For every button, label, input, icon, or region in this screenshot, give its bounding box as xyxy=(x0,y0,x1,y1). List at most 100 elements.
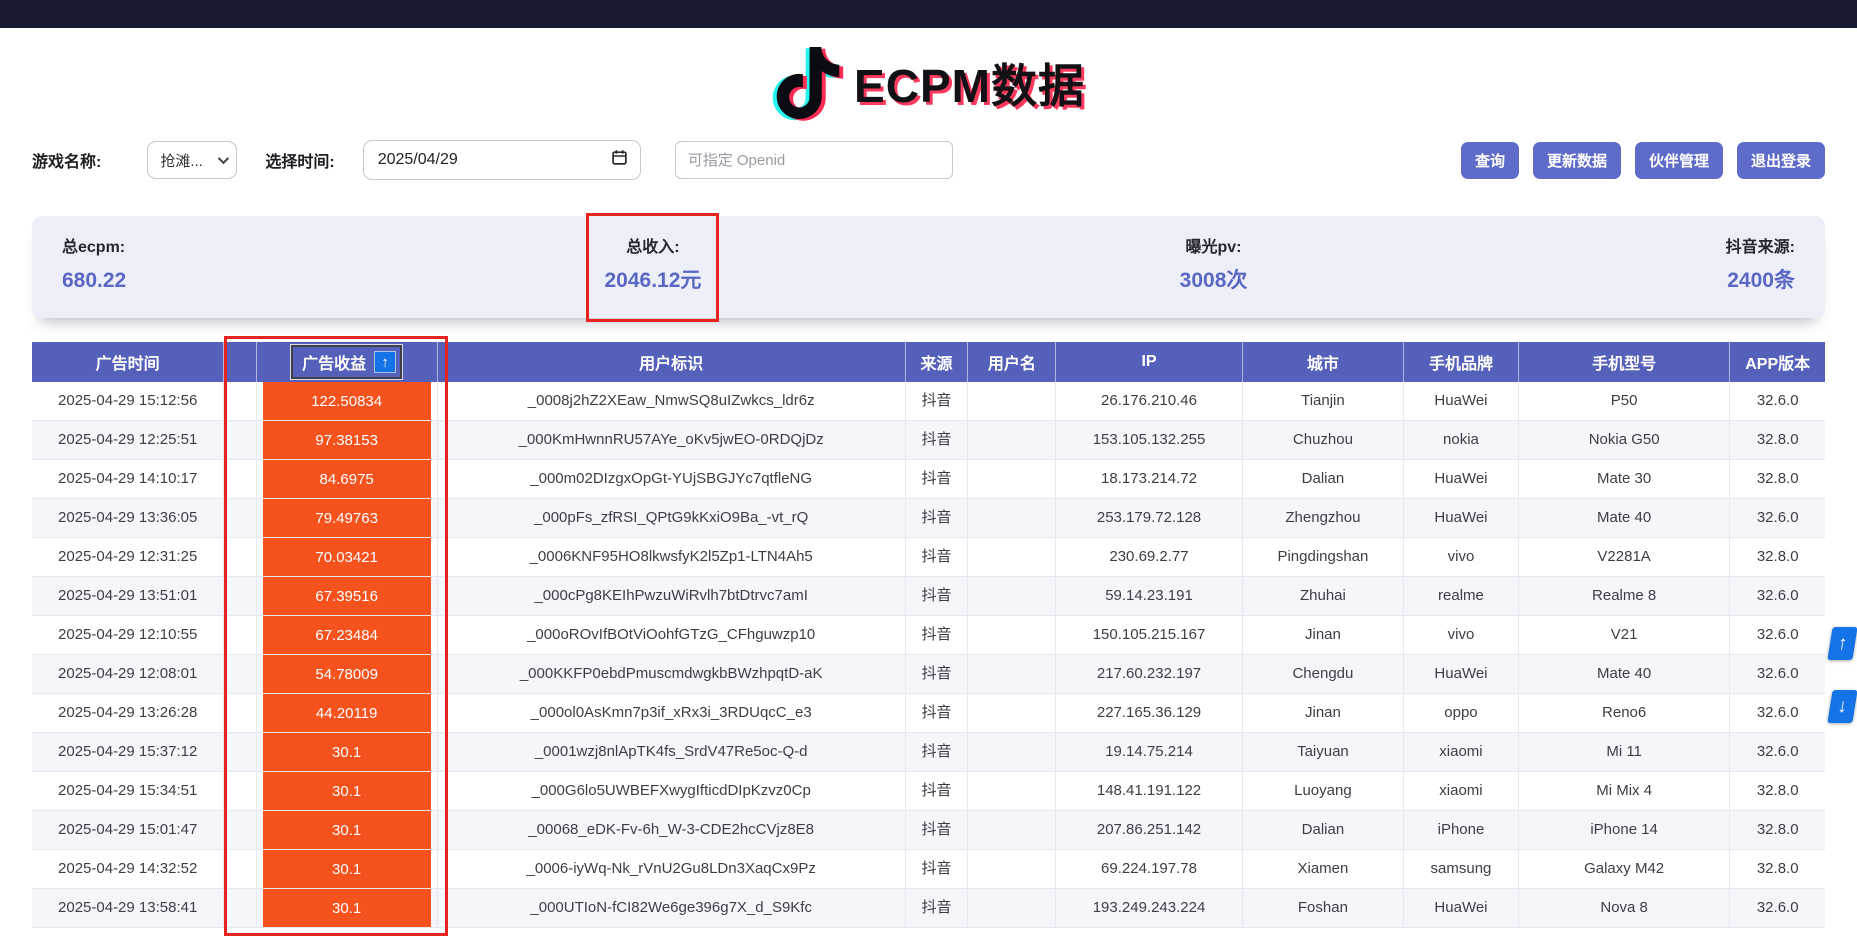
cell-spacer xyxy=(224,811,256,850)
cell-city: Jinan xyxy=(1242,694,1403,733)
refresh-data-button[interactable]: 更新数据 xyxy=(1533,142,1621,179)
cell-phone-brand: iPhone xyxy=(1404,811,1519,850)
cell-spacer xyxy=(224,499,256,538)
cell-city: Pingdingshan xyxy=(1242,538,1403,577)
partner-manage-button[interactable]: 伙伴管理 xyxy=(1635,142,1723,179)
cell-ad-time: 2025-04-29 13:36:05 xyxy=(32,499,224,538)
cell-ad-time: 2025-04-29 13:58:41 xyxy=(32,889,224,928)
cell-ad-revenue: 79.49763 xyxy=(256,499,437,538)
cell-app-version: 32.8.0 xyxy=(1730,772,1825,811)
cell-app-version: 32.8.0 xyxy=(1730,850,1825,889)
header-ad-revenue: 广告收益 ↑ xyxy=(256,342,437,382)
scroll-bottom-button[interactable]: ↓ xyxy=(1827,690,1857,723)
cell-phone-model: Nova 8 xyxy=(1518,889,1730,928)
cell-ip: 217.60.232.197 xyxy=(1056,655,1242,694)
table-header: 广告时间 广告收益 ↑ 用户标识 来源 用户名 IP 城市 手机品牌 手机型号 … xyxy=(32,342,1825,382)
query-button[interactable]: 查询 xyxy=(1461,142,1519,179)
cell-ip: 19.14.75.214 xyxy=(1056,733,1242,772)
cell-ad-revenue: 30.1 xyxy=(256,772,437,811)
cell-app-version: 32.6.0 xyxy=(1730,499,1825,538)
cell-username xyxy=(968,889,1056,928)
cell-ad-revenue: 67.23484 xyxy=(256,616,437,655)
cell-phone-brand: HuaWei xyxy=(1404,889,1519,928)
logout-button[interactable]: 退出登录 xyxy=(1737,142,1825,179)
cell-phone-model: Mate 40 xyxy=(1518,655,1730,694)
stat-total-ecpm: 总ecpm: 680.22 xyxy=(62,238,126,294)
game-name-label: 游戏名称: xyxy=(32,148,101,172)
cell-ip: 148.41.191.122 xyxy=(1056,772,1242,811)
cell-source: 抖音 xyxy=(905,772,968,811)
cell-phone-model: Mate 30 xyxy=(1518,460,1730,499)
date-value: 2025/04/29 xyxy=(378,151,458,169)
date-input[interactable]: 2025/04/29 xyxy=(363,140,641,180)
cell-ad-revenue: 70.03421 xyxy=(256,538,437,577)
cell-phone-brand: vivo xyxy=(1404,538,1519,577)
table-row: 2025-04-29 12:10:5567.23484_000oROvIfBOt… xyxy=(32,616,1825,655)
cell-ad-revenue: 44.20119 xyxy=(256,694,437,733)
cell-source: 抖音 xyxy=(905,382,968,421)
cell-ad-revenue: 54.78009 xyxy=(256,655,437,694)
sort-ascending-icon[interactable]: ↑ xyxy=(374,351,396,373)
header-phone-model: 手机型号 xyxy=(1518,342,1730,382)
cell-phone-brand: xiaomi xyxy=(1404,733,1519,772)
cell-app-version: 32.8.0 xyxy=(1730,421,1825,460)
cell-phone-model: iPhone 14 xyxy=(1518,811,1730,850)
cell-city: Zhengzhou xyxy=(1242,499,1403,538)
ecpm-data-table: 广告时间 广告收益 ↑ 用户标识 来源 用户名 IP 城市 手机品牌 手机型号 … xyxy=(32,342,1825,928)
cell-app-version: 32.6.0 xyxy=(1730,382,1825,421)
filter-toolbar: 游戏名称: 抢滩... 选择时间: 2025/04/29 查询 更新数据 伙伴管… xyxy=(0,140,1857,180)
revenue-value: 122.50834 xyxy=(263,382,431,420)
cell-city: Luoyang xyxy=(1242,772,1403,811)
table-body: 2025-04-29 15:12:56122.50834_0008j2hZ2XE… xyxy=(32,382,1825,928)
cell-ip: 253.179.72.128 xyxy=(1056,499,1242,538)
cell-phone-brand: nokia xyxy=(1404,421,1519,460)
cell-username xyxy=(968,694,1056,733)
cell-phone-brand: HuaWei xyxy=(1404,655,1519,694)
table-row: 2025-04-29 13:36:0579.49763_000pFs_zfRSI… xyxy=(32,499,1825,538)
cell-city: Chuzhou xyxy=(1242,421,1403,460)
game-select[interactable]: 抢滩... xyxy=(147,141,237,179)
table-row: 2025-04-29 15:34:51 30.1_000G6lo5UWBEFXwy… xyxy=(32,772,1825,811)
stat-label: 抖音来源: xyxy=(1726,238,1795,258)
cell-ip: 193.249.243.224 xyxy=(1056,889,1242,928)
header-ad-time: 广告时间 xyxy=(32,342,224,382)
scroll-top-button[interactable]: ↑ xyxy=(1827,627,1857,660)
stat-value: 680.22 xyxy=(62,268,126,294)
cell-ad-time: 2025-04-29 15:34:51 xyxy=(32,772,224,811)
cell-spacer xyxy=(224,382,256,421)
stat-label: 总ecpm: xyxy=(62,238,126,258)
cell-phone-brand: HuaWei xyxy=(1404,499,1519,538)
cell-user-openid: _000G6lo5UWBEFXwygIfticdDIpKzvz0Cp xyxy=(437,772,905,811)
cell-ad-time: 2025-04-29 12:10:55 xyxy=(32,616,224,655)
cell-phone-brand: samsung xyxy=(1404,850,1519,889)
cell-username xyxy=(968,460,1056,499)
cell-spacer xyxy=(224,460,256,499)
cell-username xyxy=(968,538,1056,577)
cell-source: 抖音 xyxy=(905,421,968,460)
stat-value: 2400条 xyxy=(1726,268,1795,294)
cell-source: 抖音 xyxy=(905,499,968,538)
cell-app-version: 32.6.0 xyxy=(1730,655,1825,694)
page-title: ECPM数据 xyxy=(854,50,1085,116)
revenue-value: 30.1 xyxy=(263,811,431,849)
table-row: 2025-04-29 15:01:4730.1_00068_eDK-Fv-6h_… xyxy=(32,811,1825,850)
cell-username xyxy=(968,499,1056,538)
cell-city: Zhuhai xyxy=(1242,577,1403,616)
calendar-icon[interactable] xyxy=(611,149,628,171)
header-spacer xyxy=(224,342,256,382)
cell-ad-time: 2025-04-29 12:31:25 xyxy=(32,538,224,577)
openid-input[interactable] xyxy=(675,141,953,179)
game-select-value: 抢滩... xyxy=(160,150,203,171)
cell-phone-brand: oppo xyxy=(1404,694,1519,733)
cell-user-openid: _0001wzj8nlApTK4fs_SrdV47Re5oc-Q-d xyxy=(437,733,905,772)
cell-app-version: 32.6.0 xyxy=(1730,733,1825,772)
revenue-value: 70.03421 xyxy=(263,538,431,576)
table-row: 2025-04-29 15:37:1230.1_0001wzj8nlApTK4f… xyxy=(32,733,1825,772)
revenue-sort-control[interactable]: 广告收益 ↑ xyxy=(291,345,402,379)
cell-app-version: 32.6.0 xyxy=(1730,577,1825,616)
revenue-value: 30.1 xyxy=(263,889,431,927)
cell-username xyxy=(968,421,1056,460)
revenue-value: 30.1 xyxy=(263,850,431,888)
cell-ad-revenue: 30.1 xyxy=(256,850,437,889)
header-source: 来源 xyxy=(905,342,968,382)
